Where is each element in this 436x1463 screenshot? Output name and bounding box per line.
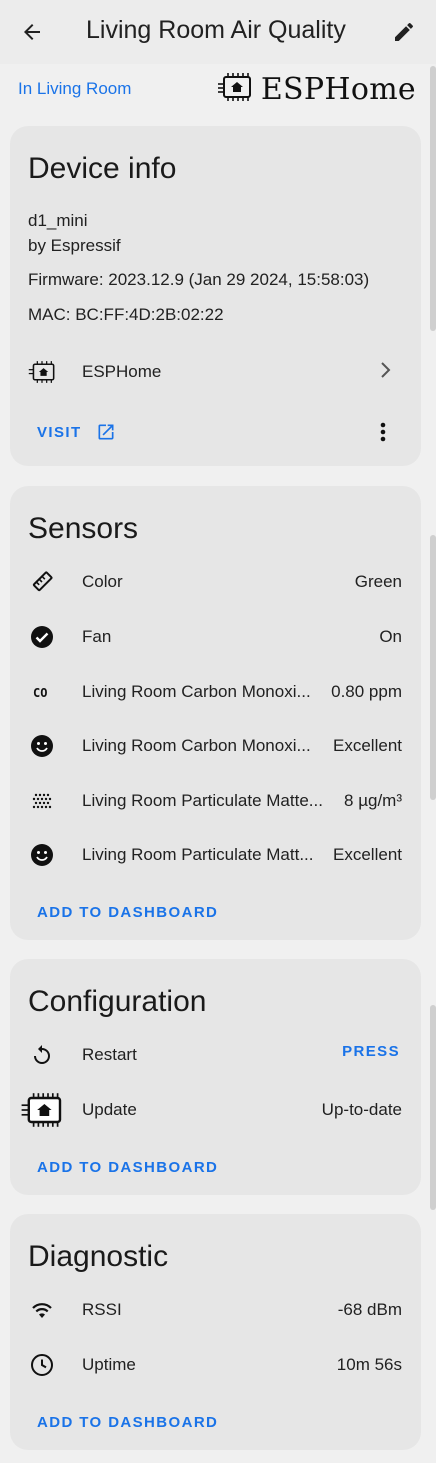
- device-firmware: Firmware: 2023.12.9 (Jan 29 2024, 15:58:…: [28, 270, 370, 289]
- pencil-icon[interactable]: [390, 18, 418, 46]
- sensor-value: Excellent: [333, 845, 402, 864]
- device-model: d1_mini: [28, 211, 88, 230]
- diagnostic-row-uptime[interactable]: Uptime 10m 56s: [10, 1345, 421, 1385]
- sensor-name: Living Room Carbon Monoxi...: [82, 736, 311, 755]
- config-row-restart: Restart PRESS: [10, 1035, 421, 1075]
- device-info-card: Device info d1_mini by Espressif Firmwar…: [10, 126, 421, 466]
- add-to-dashboard-button[interactable]: ADD TO DASHBOARD: [37, 1159, 218, 1176]
- device-info-title: Device info: [28, 152, 177, 185]
- device-mac: MAC: BC:FF:4D:2B:02:22: [28, 305, 224, 324]
- arrow-left-icon[interactable]: [18, 18, 46, 46]
- open-in-new-icon: [96, 422, 116, 442]
- restart-icon: [28, 1041, 56, 1069]
- sensor-name: Color: [82, 572, 123, 591]
- top-app-bar: Living Room Air Quality: [0, 0, 436, 64]
- sensor-row-pm[interactable]: Living Room Particulate Matte... 8 µg/m³: [10, 781, 421, 821]
- visit-button[interactable]: VISIT: [37, 422, 116, 442]
- chevron-right-icon: [379, 360, 393, 385]
- config-name: Restart: [82, 1045, 137, 1064]
- more-vert-icon[interactable]: [380, 422, 386, 447]
- sensor-value: 8 µg/m³: [344, 791, 402, 810]
- sensor-row-co[interactable]: CO Living Room Carbon Monoxi... 0.80 ppm: [10, 672, 421, 712]
- device-manufacturer: by Espressif: [28, 236, 121, 255]
- sensor-value: On: [379, 627, 402, 646]
- esphome-logo-icon: [217, 72, 253, 107]
- esphome-icon: [28, 358, 56, 386]
- scrollbar[interactable]: [430, 66, 436, 331]
- configuration-title: Configuration: [28, 985, 207, 1018]
- co-icon: CO: [28, 678, 56, 706]
- configuration-card: Configuration Restart PRESS Update Up-to…: [10, 959, 421, 1195]
- add-to-dashboard-button[interactable]: ADD TO DASHBOARD: [37, 904, 218, 921]
- sensor-value: 0.80 ppm: [331, 682, 402, 701]
- sensor-value: Green: [354, 572, 402, 591]
- diagnostic-card: Diagnostic RSSI -68 dBm Uptime 10m 56s A…: [10, 1214, 421, 1450]
- diagnostic-value: 10m 56s: [336, 1355, 402, 1374]
- sensor-name: Living Room Particulate Matte...: [82, 791, 323, 810]
- press-button[interactable]: PRESS: [342, 1043, 400, 1060]
- clock-icon: [28, 1351, 56, 1379]
- wifi-icon: [28, 1296, 56, 1324]
- sensor-name: Fan: [82, 627, 112, 646]
- sensor-name: Living Room Particulate Matt...: [82, 845, 314, 864]
- esphome-icon: [18, 1092, 66, 1128]
- scrollbar[interactable]: [430, 1005, 436, 1210]
- smiley-icon: [28, 732, 56, 760]
- config-name: Update: [82, 1100, 137, 1119]
- diagnostic-name: Uptime: [82, 1355, 136, 1374]
- integration-row[interactable]: ESPHome: [10, 352, 421, 392]
- area-link[interactable]: In Living Room: [18, 79, 131, 99]
- brand-name: ESPHome: [260, 72, 416, 107]
- diagnostic-name: RSSI: [82, 1300, 122, 1319]
- add-to-dashboard-button[interactable]: ADD TO DASHBOARD: [37, 1414, 218, 1431]
- config-row-update[interactable]: Update Up-to-date: [10, 1090, 421, 1130]
- eyedropper-icon: [28, 568, 56, 596]
- diagnostic-value: -68 dBm: [337, 1300, 402, 1319]
- sensor-row-pm-quality[interactable]: Living Room Particulate Matt... Excellen…: [10, 835, 421, 875]
- sensors-card: Sensors Color Green Fan On CO Living Roo…: [10, 486, 421, 940]
- visit-label: VISIT: [37, 423, 82, 441]
- page-title: Living Room Air Quality: [86, 16, 346, 44]
- check-circle-icon: [28, 623, 56, 651]
- sensor-row-co-quality[interactable]: Living Room Carbon Monoxi... Excellent: [10, 726, 421, 766]
- sensor-row-fan[interactable]: Fan On: [10, 617, 421, 657]
- sensor-row-color[interactable]: Color Green: [10, 562, 421, 602]
- svg-text:CO: CO: [33, 686, 47, 700]
- diagnostic-row-rssi[interactable]: RSSI -68 dBm: [10, 1290, 421, 1330]
- dots-grid-icon: [28, 787, 56, 815]
- scrollbar[interactable]: [430, 535, 436, 800]
- sensor-value: Excellent: [333, 736, 402, 755]
- sensors-title: Sensors: [28, 512, 139, 545]
- esphome-brand: ESPHome: [217, 72, 416, 107]
- sensor-name: Living Room Carbon Monoxi...: [82, 682, 311, 701]
- smiley-icon: [28, 841, 56, 869]
- integration-name: ESPHome: [82, 362, 162, 381]
- config-value: Up-to-date: [321, 1100, 402, 1119]
- diagnostic-title: Diagnostic: [28, 1240, 169, 1273]
